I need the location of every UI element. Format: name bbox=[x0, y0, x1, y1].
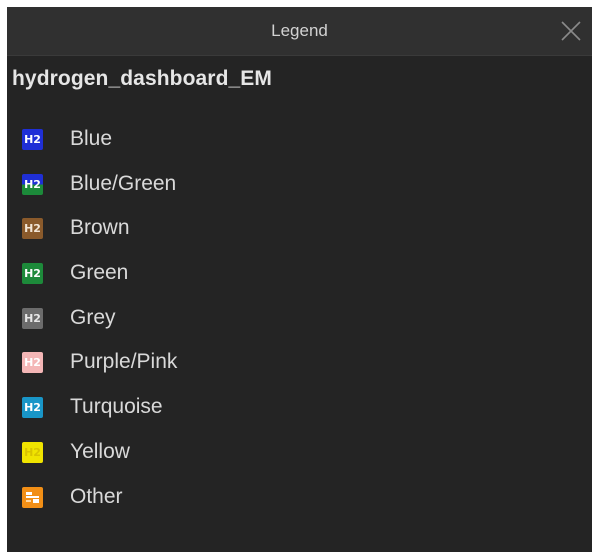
h2-brown-icon: H2 bbox=[22, 218, 43, 240]
legend-label: Turquoise bbox=[70, 395, 163, 419]
panel-title: Legend bbox=[271, 21, 328, 40]
legend-label: Blue bbox=[70, 127, 113, 150]
panel-header: Legend bbox=[7, 7, 592, 56]
legend-item-green: H2 Green bbox=[7, 253, 592, 298]
h2-blue-green-icon: H2 bbox=[22, 173, 43, 195]
layer-title: hydrogen_dashboard_EM bbox=[12, 67, 272, 90]
legend-label: Yellow bbox=[70, 439, 130, 463]
h2-grey-icon: H2 bbox=[22, 307, 43, 329]
legend-list: H2 Blue H2 Blue/Green H2 Brown H2 Green … bbox=[7, 119, 592, 521]
h2-turquoise-icon: H2 bbox=[22, 397, 43, 419]
legend-panel: Legend hydrogen_dashboard_EM H2 Blue H2 … bbox=[7, 7, 592, 552]
legend-label: Blue/Green bbox=[70, 171, 177, 195]
h2-yellow-icon: H2 bbox=[22, 441, 43, 463]
legend-item-brown: H2 Brown bbox=[7, 208, 592, 253]
legend-item-blue-green: H2 Blue/Green bbox=[7, 164, 592, 209]
legend-item-turquoise: H2 Turquoise bbox=[7, 387, 592, 432]
legend-label: Grey bbox=[70, 305, 116, 329]
other-symbol-icon bbox=[22, 486, 43, 508]
legend-item-grey: H2 Grey bbox=[7, 298, 592, 343]
legend-label: Other bbox=[70, 484, 123, 508]
legend-item-other: Other bbox=[7, 477, 592, 522]
legend-label: Brown bbox=[70, 216, 130, 240]
h2-blue-icon: H2 bbox=[22, 129, 43, 150]
legend-label: Purple/Pink bbox=[70, 350, 178, 374]
h2-purple-pink-icon: H2 bbox=[22, 352, 43, 374]
h2-green-icon: H2 bbox=[22, 263, 43, 285]
legend-item-blue: H2 Blue bbox=[7, 119, 592, 164]
legend-item-purple-pink: H2 Purple/Pink bbox=[7, 342, 592, 387]
close-icon[interactable] bbox=[558, 18, 584, 44]
legend-label: Green bbox=[70, 261, 129, 285]
legend-item-yellow: H2 Yellow bbox=[7, 432, 592, 477]
